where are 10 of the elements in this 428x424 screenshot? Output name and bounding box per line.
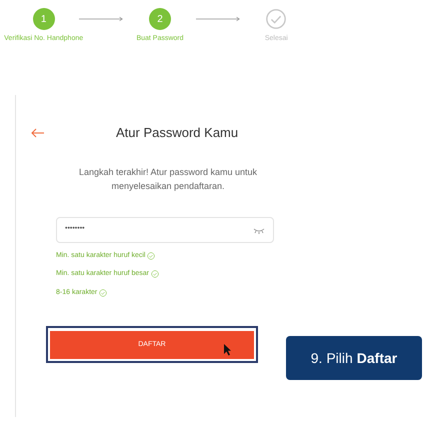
arrow-icon <box>79 16 124 22</box>
arrow-icon <box>196 16 241 22</box>
eye-icon[interactable] <box>253 226 265 234</box>
card-title: Atur Password Kamu <box>116 124 238 142</box>
step-number: 1 <box>32 8 55 30</box>
step-number: 2 <box>149 8 171 30</box>
callout-label: 9. Pilih Daftar <box>286 336 422 380</box>
back-arrow-icon <box>31 128 45 138</box>
description-text: Langkah terakhir! Atur password kamu untuk menyelesaikan pendaftaran. <box>78 166 258 192</box>
cursor-icon <box>224 344 232 356</box>
